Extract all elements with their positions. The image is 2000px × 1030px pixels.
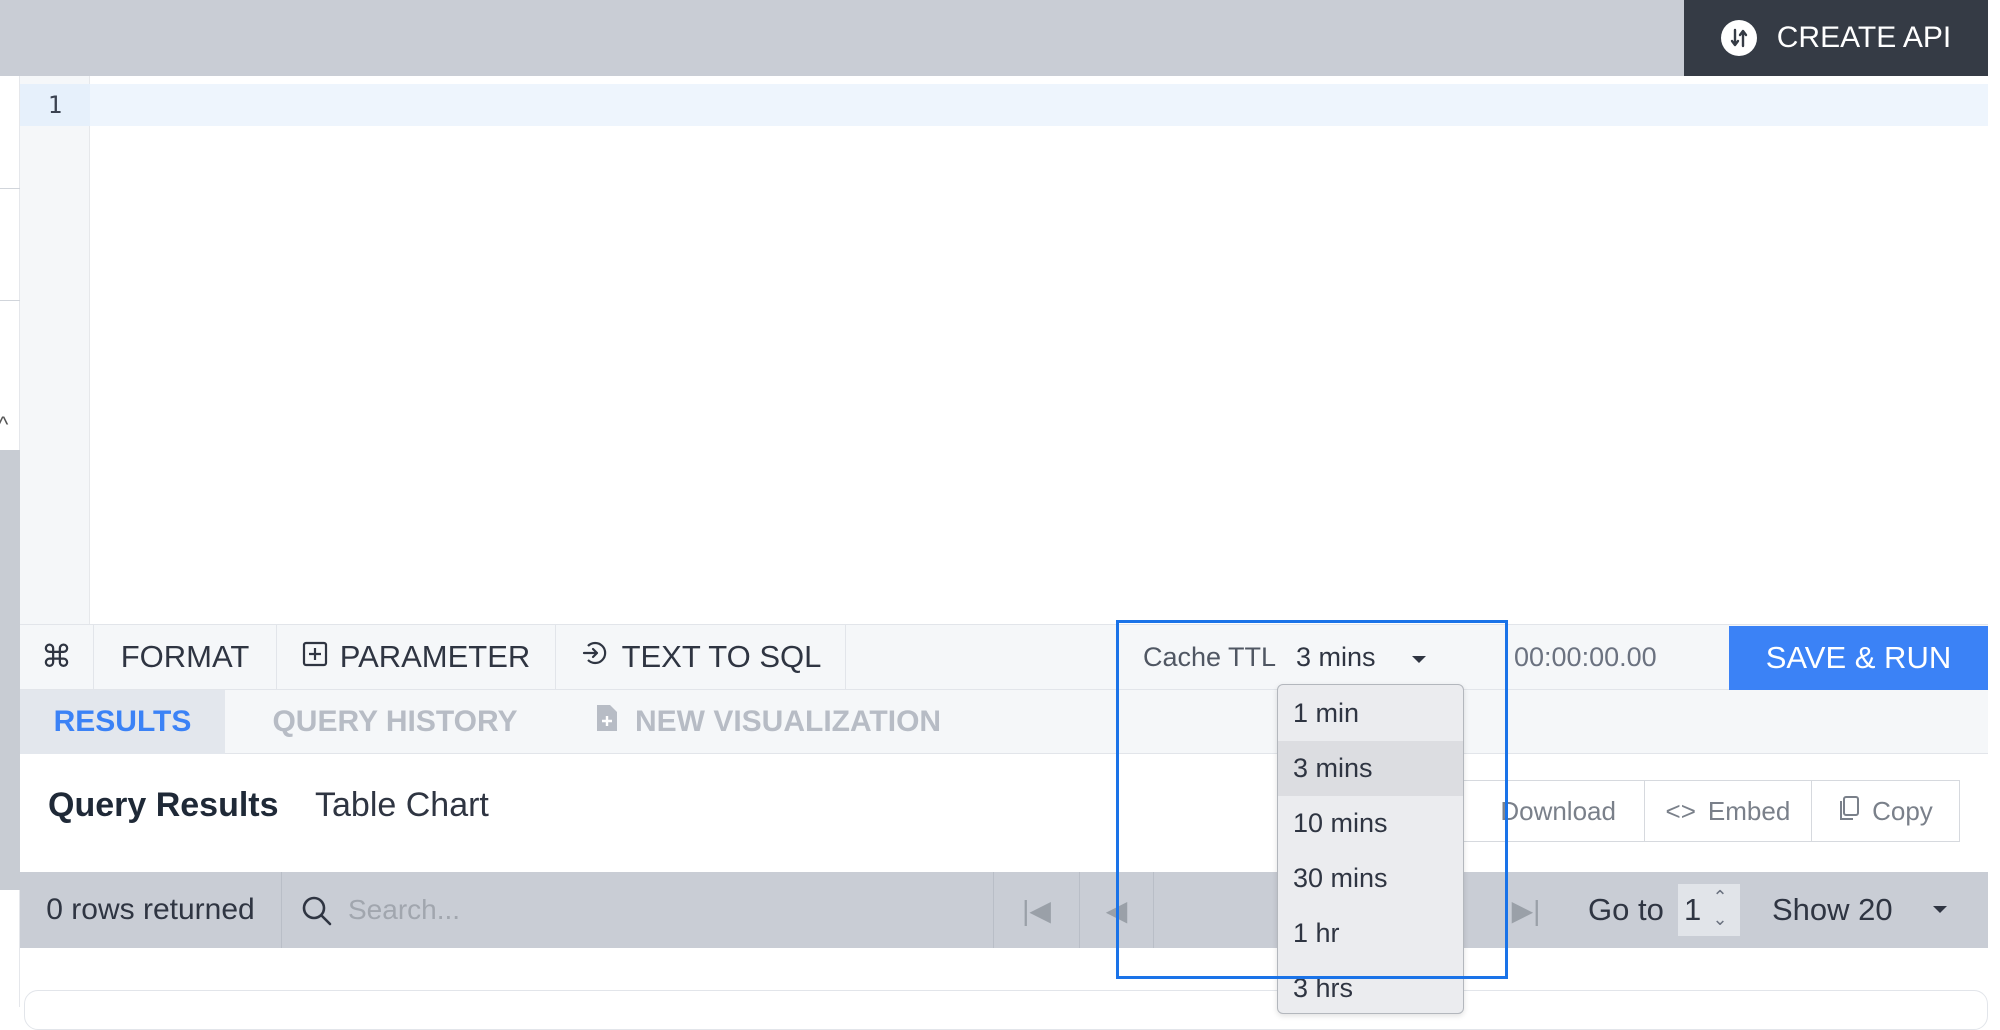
format-label: FORMAT [120, 639, 250, 674]
page-size-label: Show 20 [1772, 892, 1893, 927]
rows-returned: 0 rows returned [20, 872, 282, 948]
copy-label: Copy [1872, 795, 1933, 826]
goto-label: Go to [1588, 892, 1664, 927]
results-actions: Download <> Embed Copy [1400, 780, 1960, 842]
results-table [24, 990, 1988, 1030]
shortcuts-button[interactable]: ⌘ [20, 624, 94, 690]
copy-button[interactable]: Copy [1810, 781, 1959, 841]
ttl-option-1-min[interactable]: 1 min [1278, 686, 1463, 741]
cache-ttl-dropdown: 1 min 3 mins 10 mins 30 mins 1 hr 3 hrs [1277, 684, 1464, 1014]
format-button[interactable]: FORMAT [94, 624, 277, 690]
parameter-label: PARAMETER [339, 639, 531, 674]
ttl-option-1-hr[interactable]: 1 hr [1278, 906, 1463, 961]
create-api-button[interactable]: CREATE API [1684, 0, 1988, 76]
right-scrollbar[interactable] [1988, 0, 2000, 1007]
search-icon [300, 894, 334, 928]
plus-square-icon [302, 639, 328, 675]
api-swap-icon [1720, 20, 1757, 56]
editor-active-line[interactable] [90, 84, 1988, 126]
code-icon: <> [1665, 795, 1696, 826]
embed-button[interactable]: <> Embed [1643, 781, 1811, 841]
parameter-button[interactable]: PARAMETER [277, 624, 556, 690]
command-icon: ⌘ [41, 639, 72, 674]
search-input[interactable] [346, 880, 986, 940]
tab-new-visualization[interactable]: NEW VISUALIZATION [595, 690, 995, 754]
text-to-sql-label: TEXT TO SQL [621, 639, 822, 674]
view-toggle[interactable]: Table Chart [315, 786, 489, 825]
sql-editor[interactable] [90, 126, 1988, 624]
caret-down-icon[interactable] [1408, 648, 1430, 670]
left-divider [0, 188, 20, 189]
text-to-sql-button[interactable]: TEXT TO SQL [556, 624, 846, 690]
prev-page-icon[interactable]: ◀ [1079, 872, 1153, 948]
stepper-icon[interactable]: ⌃ ⌄ [1706, 886, 1734, 934]
tab-results[interactable]: RESULTS [20, 690, 225, 754]
results-title: Query Results [48, 786, 279, 824]
ttl-option-3-hrs[interactable]: 3 hrs [1278, 961, 1463, 1013]
left-divider [0, 300, 20, 301]
line-number: 1 [20, 84, 90, 126]
first-page-icon[interactable]: |◀ [993, 872, 1079, 948]
left-scrollbar[interactable] [0, 450, 20, 890]
chevron-up-icon[interactable]: ^ [0, 412, 14, 438]
cache-ttl-label: Cache TTL [1143, 641, 1277, 672]
ttl-option-30-mins[interactable]: 30 mins [1278, 851, 1463, 906]
query-timer: 00:00:00.00 [1514, 641, 1657, 672]
file-plus-icon [595, 703, 619, 741]
editor-gutter [20, 76, 90, 624]
sign-in-icon [580, 638, 610, 676]
embed-label: Embed [1707, 795, 1791, 826]
new-visualization-label: NEW VISUALIZATION [635, 705, 942, 738]
create-api-label: CREATE API [1776, 21, 1952, 54]
page-size-select[interactable]: Show 20 [1772, 872, 1951, 948]
ttl-option-10-mins[interactable]: 10 mins [1278, 796, 1463, 851]
copy-icon [1838, 795, 1860, 828]
ttl-option-3-mins[interactable]: 3 mins [1278, 741, 1463, 796]
tab-query-history[interactable]: QUERY HISTORY [240, 690, 550, 754]
caret-down-icon [1929, 892, 1951, 928]
last-page-icon[interactable]: ▶| [1483, 872, 1569, 948]
cache-ttl-select[interactable]: 3 mins [1296, 624, 1376, 690]
save-run-button[interactable]: SAVE & RUN [1729, 626, 1988, 690]
download-label: Download [1500, 795, 1616, 826]
